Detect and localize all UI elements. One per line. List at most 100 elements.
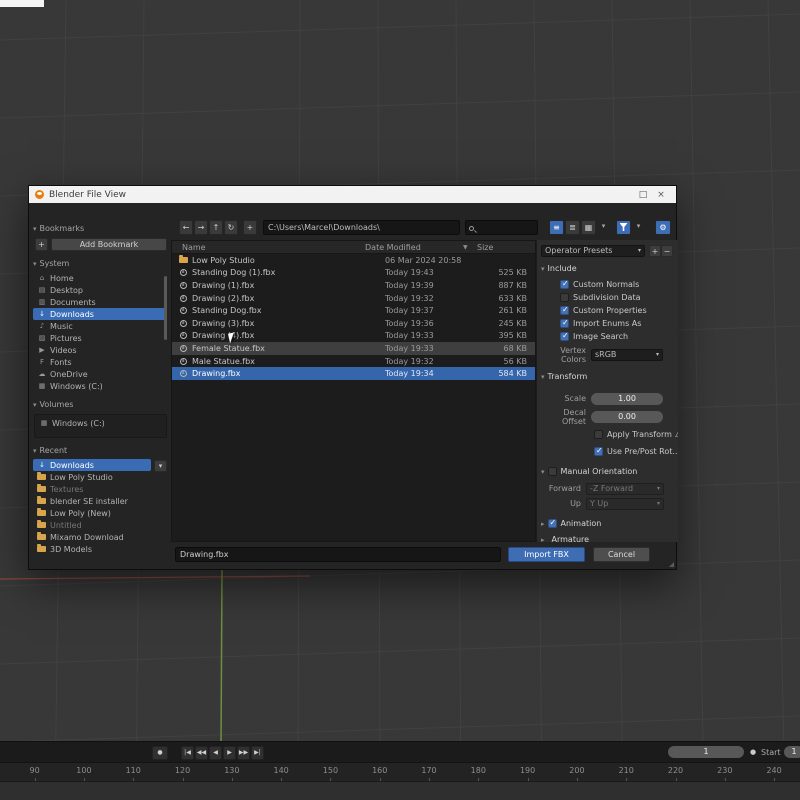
frame-start-field[interactable]: 1 — [784, 746, 800, 758]
file-row[interactable]: Drawing (2).fbx Today 19:32 633 KB — [172, 292, 535, 305]
include-option-row[interactable]: Subdivision Data — [560, 291, 647, 304]
filter-dropdown[interactable]: ▾ — [633, 222, 644, 233]
column-size[interactable]: Size — [477, 243, 535, 252]
sidebar-item[interactable]: ▥ Documents — [33, 296, 167, 308]
display-thumbnail-button[interactable]: ▦ — [581, 220, 596, 235]
sidebar-item[interactable]: ♪ Music — [33, 320, 167, 332]
bookmarks-header[interactable]: ▾ Bookmarks — [33, 222, 167, 235]
keying-icon[interactable]: ● — [750, 746, 756, 759]
operator-presets-dropdown[interactable]: Operator Presets ▾ — [541, 245, 645, 257]
import-fbx-button[interactable]: Import FBX — [508, 547, 585, 562]
play-reverse-button[interactable]: ◀ — [209, 746, 222, 760]
recent-options-button[interactable]: ▾ — [154, 460, 167, 472]
include-option-row[interactable]: Import Enums As — [560, 317, 647, 330]
new-folder-button[interactable]: + — [243, 220, 257, 235]
recent-header[interactable]: ▾ Recent — [33, 444, 167, 457]
recent-item[interactable]: Untitled — [33, 519, 151, 531]
path-input[interactable] — [263, 220, 460, 235]
manual-orientation-header[interactable]: Manual Orientation — [561, 467, 638, 476]
sidebar-scrollbar[interactable] — [164, 276, 167, 340]
checkbox[interactable] — [560, 280, 569, 289]
recent-item[interactable]: Mixamo Download — [33, 531, 151, 543]
options-gear-button[interactable]: ⚙ — [655, 220, 671, 235]
timeline-ruler[interactable]: 9010011012013014015016017018019020021022… — [0, 762, 800, 781]
frame-tick-label: 240 — [749, 763, 798, 781]
file-row[interactable]: Low Poly Studio 06 Mar 2024 20:58 — [172, 254, 535, 267]
file-row[interactable]: Female Statue.fbx Today 19:33 68 KB — [172, 342, 535, 355]
next-keyframe-button[interactable]: ▶▶ — [237, 746, 250, 760]
include-section-header[interactable]: Include — [548, 264, 577, 273]
include-option-row[interactable]: Custom Properties — [560, 304, 647, 317]
checkbox[interactable] — [594, 447, 603, 456]
manual-orientation-checkbox[interactable] — [548, 467, 557, 476]
forward-button[interactable]: → — [194, 220, 208, 235]
bookmark-add-icon-button[interactable]: + — [35, 238, 48, 251]
sidebar-item[interactable]: ▨ Pictures — [33, 332, 167, 344]
sidebar-item[interactable]: F Fonts — [33, 356, 167, 368]
scale-field[interactable]: 1.00 — [591, 393, 663, 405]
dialog-titlebar[interactable]: Blender File View □ × — [29, 186, 676, 203]
include-option-row[interactable]: Custom Normals — [560, 278, 647, 291]
cancel-button[interactable]: Cancel — [593, 547, 650, 562]
file-row[interactable]: Standing Dog.fbx Today 19:37 261 KB — [172, 304, 535, 317]
file-row[interactable]: Drawing.fbx Today 19:34 584 KB — [172, 367, 535, 380]
auto-key-record-button[interactable]: ● — [152, 746, 168, 760]
jump-to-start-button[interactable]: |◀ — [181, 746, 194, 760]
system-header[interactable]: ▾ System — [33, 257, 167, 270]
checkbox[interactable] — [560, 293, 569, 302]
file-row[interactable]: Drawing (4).fbx Today 19:33 395 KB — [172, 330, 535, 343]
animation-checkbox[interactable] — [548, 519, 557, 528]
recent-item[interactable]: Low Poly (New) — [33, 507, 151, 519]
filename-input[interactable] — [175, 547, 501, 562]
checkbox[interactable] — [560, 306, 569, 315]
sidebar-item[interactable]: ☁ OneDrive — [33, 368, 167, 380]
checkbox[interactable] — [594, 430, 603, 439]
jump-to-end-button[interactable]: ▶| — [251, 746, 264, 760]
recent-item[interactable]: Low Poly Studio — [33, 471, 151, 483]
file-row[interactable]: Standing Dog (1).fbx Today 19:43 525 KB — [172, 267, 535, 280]
current-frame-field[interactable]: 1 — [668, 746, 744, 758]
file-row[interactable]: Drawing (1).fbx Today 19:39 887 KB — [172, 279, 535, 292]
sidebar-item[interactable]: ▤ Desktop — [33, 284, 167, 296]
decal-offset-field[interactable]: 0.00 — [591, 411, 663, 423]
add-bookmark-button[interactable]: Add Bookmark — [51, 238, 167, 251]
display-vertical-list-button[interactable]: ≡ — [549, 220, 564, 235]
pre-post-rot-row[interactable]: Use Pre/Post Rot... — [537, 445, 678, 458]
transform-section-header[interactable]: Transform — [548, 372, 588, 381]
parent-dir-button[interactable]: ↑ — [209, 220, 223, 235]
file-row[interactable]: Drawing (3).fbx Today 19:36 245 KB — [172, 317, 535, 330]
recent-item[interactable]: blender SE installer — [33, 495, 151, 507]
play-button[interactable]: ▶ — [223, 746, 236, 760]
column-date-modified[interactable]: Date Modified — [365, 243, 463, 252]
file-row[interactable]: Male Statue.fbx Today 19:32 56 KB — [172, 355, 535, 368]
animation-section-header[interactable]: Animation — [561, 519, 602, 528]
vertex-colors-dropdown[interactable]: sRGB ▾ — [591, 349, 663, 361]
recent-item[interactable]: 3D Models — [33, 543, 151, 555]
volume-item[interactable]: ▦ Windows (C:) — [35, 417, 166, 429]
volumes-header[interactable]: ▾ Volumes — [33, 398, 167, 411]
checkbox[interactable] — [560, 332, 569, 341]
sidebar-item[interactable]: ⌂ Home — [33, 272, 167, 284]
close-button[interactable]: × — [652, 190, 670, 200]
preset-add-button[interactable]: + — [649, 245, 661, 257]
column-name[interactable]: Name — [172, 243, 365, 252]
filter-button[interactable] — [616, 220, 631, 235]
maximize-button[interactable]: □ — [634, 190, 652, 200]
prev-keyframe-button[interactable]: ◀◀ — [195, 746, 208, 760]
resize-handle[interactable] — [669, 562, 674, 567]
sidebar-item[interactable]: ↓ Downloads — [33, 308, 167, 320]
display-mode-dropdown[interactable]: ▾ — [598, 222, 609, 233]
recent-item[interactable]: Textures — [33, 483, 151, 495]
sidebar-item[interactable]: ▶ Videos — [33, 344, 167, 356]
display-horizontal-list-button[interactable]: ≣ — [565, 220, 580, 235]
recent-item[interactable]: ↓ Downloads — [33, 459, 151, 471]
back-button[interactable]: ← — [179, 220, 193, 235]
sort-indicator-icon[interactable]: ▼ — [463, 244, 477, 251]
armature-section-header[interactable]: Armature — [552, 535, 590, 542]
apply-transform-row[interactable]: Apply Transform ⚠ — [537, 428, 678, 441]
checkbox[interactable] — [560, 319, 569, 328]
preset-remove-button[interactable]: − — [661, 245, 673, 257]
include-option-row[interactable]: Image Search — [560, 330, 647, 343]
refresh-button[interactable]: ↻ — [224, 220, 238, 235]
sidebar-item[interactable]: ▦ Windows (C:) — [33, 380, 167, 392]
